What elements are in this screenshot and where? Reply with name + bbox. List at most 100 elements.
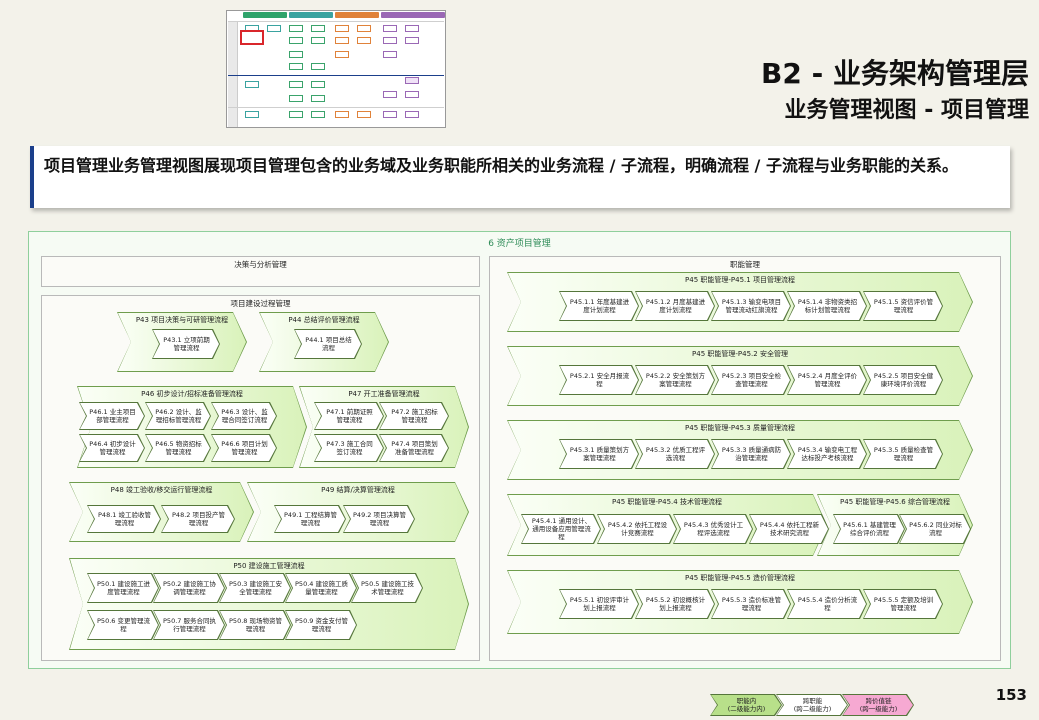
subprocess-chevron[interactable]: P45.1.4 非物资类招标计划管理流程: [787, 291, 867, 321]
subprocess-chevron[interactable]: P45.4.3 优秀设计工程评选流程: [673, 514, 753, 544]
subprocess-chevron[interactable]: P45.3.4 输变电工程达标投产考核流程: [787, 439, 867, 469]
thumbnail-block: [289, 51, 303, 58]
subprocess-chevron[interactable]: P45.2.4 月度全评价管理流程: [787, 365, 867, 395]
subprocess-label: P45.4.4 依托工程新技术研究流程: [750, 515, 828, 543]
subprocess-chevron[interactable]: P50.9 资金支付管理流程: [285, 610, 357, 640]
subprocess-chevron[interactable]: P45.1.2 月度基建进度计划流程: [635, 291, 715, 321]
subprocess-chevron[interactable]: P50.2 建设施工协调管理流程: [153, 573, 225, 603]
subprocess-chevron[interactable]: P48.1 竣工验收管理流程: [87, 505, 161, 533]
subprocess-chevron[interactable]: P50.3 建设施工安全管理流程: [219, 573, 291, 603]
subprocess-chevron[interactable]: P45.5.3 造价标准管理流程: [711, 589, 791, 619]
overview-thumbnail[interactable]: [226, 10, 446, 128]
subprocess-chevron[interactable]: P45.3.3 质量通病防治管理流程: [711, 439, 791, 469]
subprocess-chevron[interactable]: P47.1 前期证照管理流程: [314, 402, 384, 430]
thumbnail-block: [311, 25, 325, 32]
subprocess-chevron[interactable]: P45.6.2 同业对标流程: [899, 514, 971, 544]
process-group-title: P44 总结评价管理流程: [288, 316, 360, 324]
subprocess-chevron[interactable]: P45.4.2 依托工程设计竞赛流程: [597, 514, 677, 544]
subprocess-label: P45.4.2 依托工程设计竞赛流程: [598, 515, 676, 543]
subprocess-label: P45.2.2 安全策划方案管理流程: [636, 366, 714, 394]
subprocess-chevron[interactable]: P46.6 项目计划管理流程: [211, 434, 277, 462]
subprocess-label: P50.2 建设施工协调管理流程: [154, 574, 224, 602]
subprocess-chevron[interactable]: P47.3 施工合同签订流程: [314, 434, 384, 462]
thumbnail-block: [311, 95, 325, 102]
thumbnail-block: [405, 25, 419, 32]
subprocess-chevron[interactable]: P44.1 项目总结流程: [294, 329, 362, 359]
legend-item: 跨职能 (跨二级能力): [776, 694, 848, 716]
subprocess-label: P45.2.1 安全月报流程: [560, 366, 638, 394]
subprocess-chevron[interactable]: P46.5 物资招标管理流程: [145, 434, 211, 462]
subprocess-chevron[interactable]: P50.7 服务合同执行管理流程: [153, 610, 225, 640]
process-group-title: P45 职能管理-P45.1 项目管理流程: [685, 276, 795, 284]
subprocess-chevron[interactable]: P48.2 项目投产管理流程: [161, 505, 235, 533]
subprocess-label: P48.1 竣工验收管理流程: [88, 506, 160, 532]
subprocess-label: P45.3.3 质量通病防治管理流程: [712, 440, 790, 468]
subprocess-chevron[interactable]: P47.2 施工招标管理流程: [379, 402, 449, 430]
subprocess-chevron[interactable]: P46.2 设计、监理招标管理流程: [145, 402, 211, 430]
subprocess-chevron[interactable]: P50.8 现场物资管理流程: [219, 610, 291, 640]
subprocess-label: P49.1 工程结算管理流程: [275, 506, 345, 532]
subprocess-label: P45.5.2 初设概核计划上报流程: [636, 590, 714, 618]
page-number: 153: [995, 686, 1027, 704]
subprocess-label: P43.1 立项前期管理流程: [153, 330, 219, 358]
thumbnail-row: [228, 21, 444, 22]
thumbnail-block: [311, 111, 325, 118]
subprocess-chevron[interactable]: P43.1 立项前期管理流程: [152, 329, 220, 359]
subprocess-chevron[interactable]: P45.6.1 基建管理综合评价流程: [833, 514, 905, 544]
subprocess-chevron[interactable]: P50.1 建设施工进度管理流程: [87, 573, 159, 603]
legend-item: 职能内 (二级能力内): [710, 694, 782, 716]
subprocess-chevron[interactable]: P45.2.1 安全月报流程: [559, 365, 639, 395]
subprocess-chevron[interactable]: P45.1.1 年度基建进度计划流程: [559, 291, 639, 321]
subprocess-chevron[interactable]: P49.1 工程结算管理流程: [274, 505, 346, 533]
subprocess-chevron[interactable]: P45.1.5 资信评价管理流程: [863, 291, 943, 321]
subprocess-chevron[interactable]: P45.2.2 安全策划方案管理流程: [635, 365, 715, 395]
subprocess-chevron[interactable]: P45.4.4 依托工程新技术研究流程: [749, 514, 829, 544]
subprocess-chevron[interactable]: P47.4 项目策划准备管理流程: [379, 434, 449, 462]
subprocess-chevron[interactable]: P46.3 设计、监理合同签订流程: [211, 402, 277, 430]
process-group-title: P49 结算/决算管理流程: [321, 486, 395, 494]
subprocess-label: P45.5.1 初设评审计划上报流程: [560, 590, 638, 618]
subprocess-chevron[interactable]: P45.3.1 质量策划方案管理流程: [559, 439, 639, 469]
subprocess-chevron[interactable]: P45.5.5 定额及培训管理流程: [863, 589, 943, 619]
subprocess-chevron[interactable]: P45.5.4 造价分析流程: [787, 589, 867, 619]
subprocess-label: P45.1.4 非物资类招标计划管理流程: [788, 292, 866, 320]
subprocess-label: P45.2.4 月度全评价管理流程: [788, 366, 866, 394]
thumbnail-block: [245, 81, 259, 88]
panel-title: 项目建设过程管理: [230, 299, 291, 308]
subprocess-chevron[interactable]: P50.6 变更管理流程: [87, 610, 159, 640]
subprocess-label: P45.1.1 年度基建进度计划流程: [560, 292, 638, 320]
subprocess-label: P46.6 项目计划管理流程: [212, 435, 276, 461]
subprocess-chevron[interactable]: P50.5 建设施工技术管理流程: [351, 573, 423, 603]
subprocess-label: P50.7 服务合同执行管理流程: [154, 611, 224, 639]
thumbnail-block: [289, 111, 303, 118]
subprocess-chevron[interactable]: P45.3.5 质量检查管理流程: [863, 439, 943, 469]
thumbnail-block: [405, 77, 419, 84]
subprocess-chevron[interactable]: P45.5.2 初设概核计划上报流程: [635, 589, 715, 619]
thumbnail-block: [383, 51, 397, 58]
subprocess-chevron[interactable]: P45.2.5 项目安全健康环境评价流程: [863, 365, 943, 395]
subprocess-chevron[interactable]: P45.3.2 优质工程评选流程: [635, 439, 715, 469]
subprocess-label: P50.5 建设施工技术管理流程: [352, 574, 422, 602]
subprocess-label: P48.2 项目投产管理流程: [162, 506, 234, 532]
subprocess-label: P45.3.1 质量策划方案管理流程: [560, 440, 638, 468]
subprocess-chevron[interactable]: P50.4 建设施工质量管理流程: [285, 573, 357, 603]
thumbnail-block: [311, 81, 325, 88]
legend-label: 跨职能 (跨二级能力): [777, 695, 847, 715]
process-group-title: P48 竣工验收/移交运行管理流程: [110, 486, 213, 494]
subprocess-chevron[interactable]: P45.5.1 初设评审计划上报流程: [559, 589, 639, 619]
subprocess-label: P50.8 现场物资管理流程: [220, 611, 290, 639]
subprocess-chevron[interactable]: P46.4 初步设计管理流程: [79, 434, 145, 462]
subprocess-chevron[interactable]: P45.2.3 项目安全检查管理流程: [711, 365, 791, 395]
thumbnail-row: [228, 107, 444, 108]
subprocess-chevron[interactable]: P45.1.3 输变电项目管理流动红旗流程: [711, 291, 791, 321]
process-group-title: P43 项目决策与可研管理流程: [135, 316, 229, 324]
thumbnail-block: [335, 25, 349, 32]
thumbnail-block: [335, 37, 349, 44]
thumbnail-block: [267, 25, 281, 32]
thumbnail-block: [289, 63, 303, 70]
thumbnail-block: [311, 63, 325, 70]
subprocess-chevron[interactable]: P46.1 业主项目部管理流程: [79, 402, 145, 430]
subprocess-chevron[interactable]: P49.2 项目决算管理流程: [343, 505, 415, 533]
subprocess-label: P46.5 物资招标管理流程: [146, 435, 210, 461]
subprocess-chevron[interactable]: P45.4.1 通用设计、通用设备应用管理流程: [521, 514, 601, 544]
